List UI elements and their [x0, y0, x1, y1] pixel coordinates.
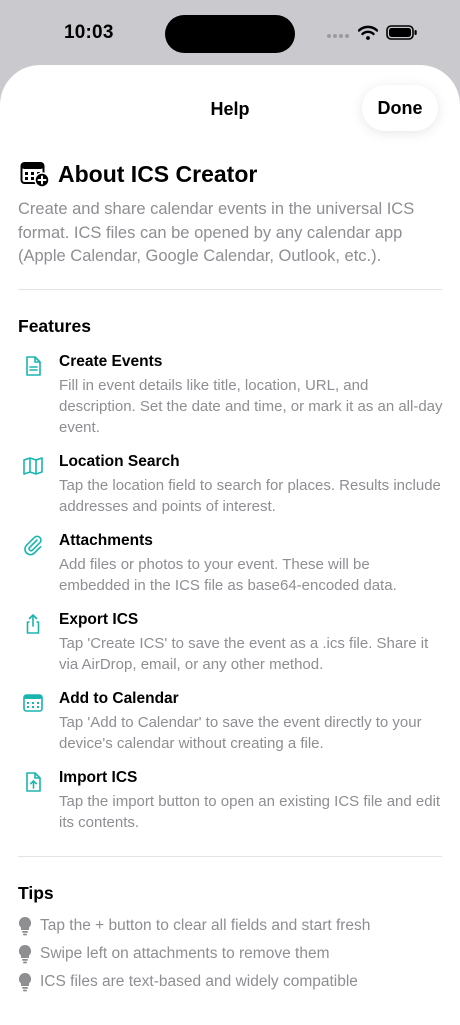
wifi-icon: [358, 25, 378, 40]
done-button[interactable]: Done: [362, 85, 438, 131]
about-header: About ICS Creator: [20, 160, 257, 188]
tip-text: ICS files are text-based and widely comp…: [40, 973, 358, 990]
feature-description: Tap the import button to open an existin…: [59, 793, 441, 831]
feature-description: Tap 'Create ICS' to save the event as a …: [59, 635, 429, 673]
feature-title: Export ICS: [59, 611, 139, 628]
tip-text: Swipe left on attachments to remove them: [40, 945, 330, 962]
status-bar: 10:03: [0, 0, 460, 66]
dynamic-island: [165, 15, 295, 53]
divider: [18, 856, 442, 857]
feature-description: Add files or photos to your event. These…: [59, 556, 397, 594]
tip-item: Tap the + button to clear all fields and…: [18, 916, 370, 936]
battery-icon: [386, 25, 417, 40]
lightbulb-icon: [18, 916, 32, 936]
paperclip-icon: [24, 535, 42, 556]
feature-description: Fill in event details like title, locati…: [59, 377, 443, 436]
cellular-signal-icon: [327, 33, 349, 38]
about-title: About ICS Creator: [58, 160, 258, 187]
tips-heading: Tips: [18, 883, 54, 903]
about-description: Create and share calendar events in the …: [18, 200, 415, 265]
status-time: 10:03: [64, 22, 114, 43]
tip-item: ICS files are text-based and widely comp…: [18, 972, 358, 992]
feature-title: Import ICS: [59, 769, 138, 786]
lightbulb-icon: [18, 944, 32, 964]
tip-item: Swipe left on attachments to remove them: [18, 944, 329, 964]
feature-title: Attachments: [59, 532, 153, 549]
map-icon: [23, 457, 43, 475]
share-icon: [26, 614, 40, 634]
import-doc-icon: [26, 772, 41, 792]
features-heading: Features: [18, 316, 91, 336]
help-sheet: Help Done About ICS Creator Create and s…: [0, 65, 460, 1025]
calendar-add-icon: [20, 162, 50, 188]
feature-description: Tap 'Add to Calendar' to save the event …: [59, 714, 422, 752]
lightbulb-icon: [18, 972, 32, 992]
status-icons: [326, 25, 418, 40]
feature-title: Create Events: [59, 353, 163, 370]
calendar-icon: [23, 694, 43, 712]
tip-text: Tap the + button to clear all fields and…: [40, 917, 371, 934]
feature-description: Tap the location field to search for pla…: [59, 477, 441, 515]
divider: [18, 289, 442, 290]
feature-title: Location Search: [59, 453, 180, 470]
document-icon: [26, 356, 41, 376]
feature-title: Add to Calendar: [59, 690, 179, 707]
